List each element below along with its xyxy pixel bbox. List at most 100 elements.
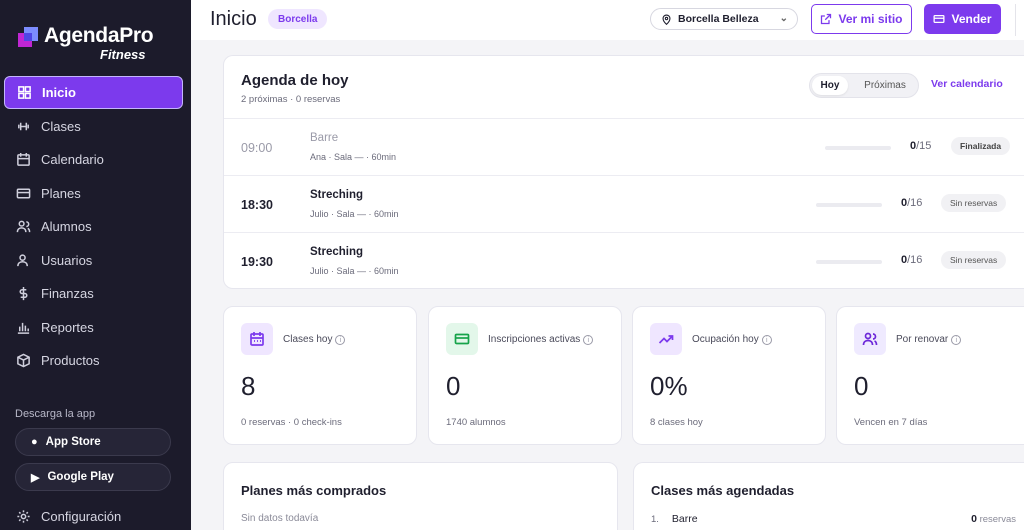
agenda-row[interactable]: 19:30 Streching Julio · Sala — · 60min 0… [224,232,1024,289]
sidebar-item-alumnos[interactable]: Alumnos [4,210,183,243]
info-icon[interactable]: i [583,335,594,345]
clases-top-card: Clases más agendadas 1. Barre 0 reservas [633,462,1024,530]
agenda-subtitle: 2 próximas · 0 reservas [241,94,341,105]
chevron-down-icon: ⌄ [779,13,788,24]
card-icon [15,186,31,202]
sidebar-item-finanzas[interactable]: Finanzas [4,277,183,310]
sidebar-item-clases[interactable]: Clases [4,110,183,143]
info-icon[interactable]: i [335,335,346,345]
sidebar-item-label: Alumnos [41,219,92,234]
user-cog-icon [15,253,31,269]
class-name: Barre [310,132,339,144]
occupancy-bar [816,203,882,207]
occupancy-bar [816,260,882,264]
stat-value: 0% [650,371,688,401]
calendar-icon [241,323,273,355]
vender-label: Vender [951,12,992,26]
list-item[interactable]: 1. Barre 0 reservas [651,513,1016,525]
external-link-icon [821,13,832,25]
app-store-button[interactable]: ● App Store [15,428,171,456]
card-icon [446,323,478,355]
info-icon[interactable]: i [761,335,772,345]
vender-button[interactable]: Vender [924,4,1001,34]
stat-card-inscripciones: Inscripciones activas i 0 1740 alumnos [428,306,622,445]
sidebar-item-label: Productos [41,353,100,368]
agenda-title: Agenda de hoy [241,72,349,89]
users-icon [15,219,31,235]
sidebar-item-planes[interactable]: Planes [4,177,183,210]
dumbbell-icon [15,119,31,135]
apple-icon: ● [31,436,38,448]
class-name: Streching [310,189,364,201]
dollar-icon [15,286,31,302]
brand-sub: Fitness [100,47,146,62]
stat-note: 0 reservas · 0 check-ins [241,417,342,428]
location-value: Borcella Belleza [678,13,759,25]
sidebar-item-configuracion[interactable]: Configuración [4,500,183,530]
stat-label: Ocupación hoy i [692,334,772,345]
rank-number: 1. [651,514,659,525]
box-icon [15,353,31,369]
sidebar-item-usuarios[interactable]: Usuarios [4,244,183,277]
sidebar-item-label: Finanzas [41,286,94,301]
users-icon [854,323,886,355]
sidebar-item-label: Planes [41,186,81,201]
play-icon: ▶ [31,471,40,484]
planes-card: Planes más comprados Sin datos todavía [223,462,618,530]
agenda-segmented-control: Hoy Próximas [809,73,919,98]
stat-note: Vencen en 7 días [854,417,928,428]
sidebar-item-label: Calendario [41,152,104,167]
sidebar-item-calendario[interactable]: Calendario [4,143,183,176]
header-divider [1015,4,1016,36]
stat-card-por-renovar: Por renovar i 0 Vencen en 7 días [836,306,1024,445]
sidebar-item-label: Clases [41,119,81,134]
stat-note: 1740 alumnos [446,417,506,428]
download-app-label: Descarga la app [15,408,96,420]
agenda-row[interactable]: 09:00 Barre Ana · Sala — · 60min 0/15 Fi… [224,118,1024,175]
stat-note: 8 clases hoy [650,417,703,428]
trend-up-icon [650,323,682,355]
class-meta: Julio · Sala — · 60min [310,266,399,276]
sidebar-item-label: Usuarios [41,253,93,268]
class-time: 09:00 [241,141,273,155]
page-title: Inicio [210,8,257,30]
sidebar-item-label: Reportes [41,320,94,335]
class-name: Streching [310,246,364,258]
ver-mi-sitio-button[interactable]: Ver mi sitio [811,4,912,34]
sidebar: AgendaPro Fitness Inicio Clases Calendar… [0,0,191,530]
sidebar-item-inicio[interactable]: Inicio [4,76,183,109]
rank-class-name: Barre [671,513,698,525]
status-badge: Sin reservas [941,251,1007,269]
occupancy-bar [825,146,891,150]
brand-logo[interactable]: AgendaPro Fitness [18,24,178,64]
stat-label: Inscripciones activas i [488,334,594,345]
info-icon[interactable]: i [951,335,962,345]
clases-top-title: Clases más agendadas [651,483,795,498]
sidebar-item-reportes[interactable]: Reportes [4,311,183,344]
gear-icon [15,509,31,525]
stat-value: 0 [854,371,869,401]
stat-value: 0 [446,371,461,401]
stat-value: 8 [241,371,256,401]
ver-calendario-link[interactable]: Ver calendario [931,78,1003,90]
agenda-row[interactable]: 18:30 Streching Julio · Sala — · 60min 0… [224,175,1024,232]
status-badge: Sin reservas [941,194,1007,212]
tab-proximas[interactable]: Próximas [856,76,914,95]
rank-reservations: 0 reservas [971,513,1016,525]
stat-label: Por renovar i [896,334,962,345]
class-meta: Ana · Sala — · 60min [310,152,397,162]
stat-label: Clases hoy i [283,334,346,345]
app-store-label: App Store [45,436,101,448]
card-icon [933,14,945,24]
agendapro-logo-icon [18,27,38,47]
sidebar-item-productos[interactable]: Productos [4,344,183,377]
ver-mi-sitio-label: Ver mi sitio [838,12,903,26]
brand-name: AgendaPro [44,24,154,47]
google-play-button[interactable]: ▶ Google Play [15,463,171,491]
tab-hoy[interactable]: Hoy [812,76,848,95]
class-time: 19:30 [241,255,273,269]
location-select[interactable]: Borcella Belleza ⌄ [650,8,798,30]
stat-card-ocupacion: Ocupación hoy i 0% 8 clases hoy [632,306,826,445]
top-header: Inicio Borcella Borcella Belleza ⌄ Ver m… [191,0,1024,40]
calendar-icon [15,152,31,168]
